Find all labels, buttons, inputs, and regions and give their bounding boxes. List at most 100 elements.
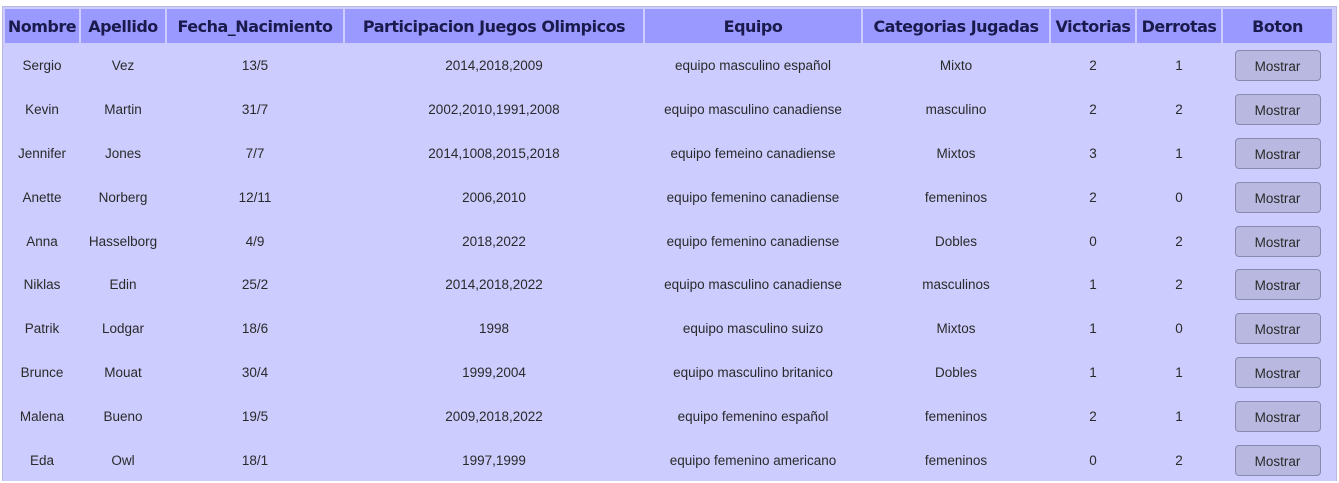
cell-nombre: Kevin <box>25 102 59 118</box>
cell-equipo: equipo femeino canadiense <box>670 145 836 161</box>
mostrar-button[interactable]: Mostrar <box>1234 400 1321 432</box>
cell-fecha-nacimiento: 4/9 <box>245 233 265 249</box>
cell-derrotas: 2 <box>1175 233 1183 249</box>
cell-victorias: 1 <box>1089 321 1097 337</box>
cell-equipo: equipo masculino canadiense <box>664 102 842 118</box>
mostrar-button[interactable]: Mostrar <box>1234 313 1321 345</box>
cell-apellido: Vez <box>111 58 135 74</box>
cell-equipo: equipo masculino britanico <box>673 364 833 380</box>
table-row: Kevin Martin 31/7 2002,2010,1991,2008 equipo… <box>5 89 1332 131</box>
cell-victorias: 2 <box>1089 102 1097 118</box>
cell-boton: Mostrar <box>1223 352 1332 394</box>
cell-boton: Mostrar <box>1223 395 1332 437</box>
header-categorias: Categorias Jugadas <box>863 9 1049 43</box>
cell-categorias: Mixto <box>939 58 973 74</box>
cell-equipo: equipo femenino americano <box>669 452 837 468</box>
cell-derrotas: 1 <box>1175 145 1183 161</box>
cell-derrotas: 1 <box>1175 58 1183 74</box>
mostrar-button[interactable]: Mostrar <box>1234 269 1321 301</box>
table-row: Anna Hasselborg 4/9 2018,2022 equipo femenin… <box>5 220 1332 262</box>
cell-apellido: Jones <box>104 145 142 161</box>
cell-equipo: equipo masculino suizo <box>682 321 824 337</box>
cell-categorias: Dobles <box>934 233 978 249</box>
cell-derrotas: 1 <box>1175 364 1183 380</box>
table-header-row: Nombre Apellido Fecha_Nacimiento Partici… <box>5 9 1332 43</box>
header-equipo: Equipo <box>645 9 861 43</box>
cell-categorias: Dobles <box>934 364 978 380</box>
cell-boton: Mostrar <box>1223 439 1332 481</box>
table-row: Jennifer Jones 7/7 2014,1008,2015,2018 equip… <box>5 133 1332 175</box>
cell-apellido: Martin <box>104 102 142 118</box>
cell-derrotas: 2 <box>1175 277 1183 293</box>
cell-victorias: 2 <box>1089 408 1097 424</box>
mostrar-button[interactable]: Mostrar <box>1234 181 1321 213</box>
cell-categorias: femeninos <box>924 189 988 205</box>
table-body: Sergio Vez 13/5 2014,2018,2009 equipo mascul… <box>5 45 1332 481</box>
header-participacion: Participacion Juegos Olimpicos <box>345 9 643 43</box>
header-apellido: Apellido <box>81 9 165 43</box>
cell-apellido: Norberg <box>98 189 148 205</box>
table-row: Malena Bueno 19/5 2009,2018,2022 equipo feme… <box>5 395 1332 437</box>
mostrar-button[interactable]: Mostrar <box>1234 94 1321 126</box>
mostrar-button[interactable]: Mostrar <box>1234 225 1321 257</box>
cell-equipo: equipo masculino español <box>674 58 832 74</box>
cell-equipo: equipo masculino canadiense <box>664 277 842 293</box>
cell-categorias: masculino <box>925 102 987 118</box>
cell-nombre: Anna <box>26 233 58 249</box>
cell-nombre: Patrik <box>24 321 60 337</box>
table-row: Anette Norberg 12/11 2006,2010 equipo femeni… <box>5 176 1332 218</box>
cell-participacion: 2014,2018,2009 <box>445 58 543 74</box>
mostrar-button[interactable]: Mostrar <box>1234 50 1321 82</box>
cell-categorias: Mixtos <box>936 145 976 161</box>
header-derrotas: Derrotas <box>1137 9 1221 43</box>
cell-fecha-nacimiento: 19/5 <box>241 408 269 424</box>
cell-participacion: 1998 <box>478 321 510 337</box>
cell-participacion: 1997,1999 <box>462 452 526 468</box>
cell-apellido: Hasselborg <box>88 233 158 249</box>
cell-equipo: equipo femenino español <box>677 408 829 424</box>
mostrar-button[interactable]: Mostrar <box>1234 444 1321 476</box>
cell-apellido: Bueno <box>103 408 143 424</box>
table-row: Brunce Mouat 30/4 1999,2004 equipo masculino… <box>5 352 1332 394</box>
cell-participacion: 2018,2022 <box>462 233 526 249</box>
mostrar-button[interactable]: Mostrar <box>1234 137 1321 169</box>
cell-apellido: Owl <box>111 452 135 468</box>
mostrar-button[interactable]: Mostrar <box>1234 356 1321 388</box>
cell-boton: Mostrar <box>1223 176 1332 218</box>
cell-fecha-nacimiento: 18/6 <box>241 321 269 337</box>
cell-boton: Mostrar <box>1223 89 1332 131</box>
cell-nombre: Anette <box>22 189 62 205</box>
cell-fecha-nacimiento: 18/1 <box>241 452 269 468</box>
cell-derrotas: 1 <box>1175 408 1183 424</box>
cell-boton: Mostrar <box>1223 264 1332 306</box>
cell-participacion: 1999,2004 <box>462 364 526 380</box>
table-row: Patrik Lodgar 18/6 1998 equipo masculino sui… <box>5 308 1332 350</box>
cell-victorias: 0 <box>1089 452 1097 468</box>
cell-nombre: Niklas <box>23 277 61 293</box>
cell-fecha-nacimiento: 31/7 <box>241 102 269 118</box>
cell-participacion: 2006,2010 <box>462 189 526 205</box>
cell-nombre: Eda <box>29 452 55 468</box>
cell-categorias: masculinos <box>922 277 990 293</box>
cell-fecha-nacimiento: 7/7 <box>245 145 265 161</box>
cell-equipo: equipo femenino canadiense <box>666 189 840 205</box>
table-row: Niklas Edin 25/2 2014,2018,2022 equipo mascu… <box>5 264 1332 306</box>
cell-boton: Mostrar <box>1223 308 1332 350</box>
cell-apellido: Edin <box>109 277 137 293</box>
cell-participacion: 2014,2018,2022 <box>445 277 543 293</box>
cell-nombre: Malena <box>19 408 65 424</box>
cell-boton: Mostrar <box>1223 133 1332 175</box>
cell-victorias: 0 <box>1089 233 1097 249</box>
table-row: Sergio Vez 13/5 2014,2018,2009 equipo mascul… <box>5 45 1332 87</box>
table-row: Eda Owl 18/1 1997,1999 equipo femenino ameri… <box>5 439 1332 481</box>
cell-categorias: femeninos <box>924 452 988 468</box>
cell-fecha-nacimiento: 12/11 <box>238 189 272 205</box>
players-table: Nombre Apellido Fecha_Nacimiento Partici… <box>3 7 1334 483</box>
header-nombre: Nombre <box>5 9 79 43</box>
cell-boton: Mostrar <box>1223 220 1332 262</box>
header-fecha-nacimiento: Fecha_Nacimiento <box>167 9 343 43</box>
cell-victorias: 2 <box>1089 58 1097 74</box>
cell-derrotas: 0 <box>1175 321 1183 337</box>
cell-nombre: Sergio <box>22 58 62 74</box>
cell-participacion: 2009,2018,2022 <box>445 408 543 424</box>
